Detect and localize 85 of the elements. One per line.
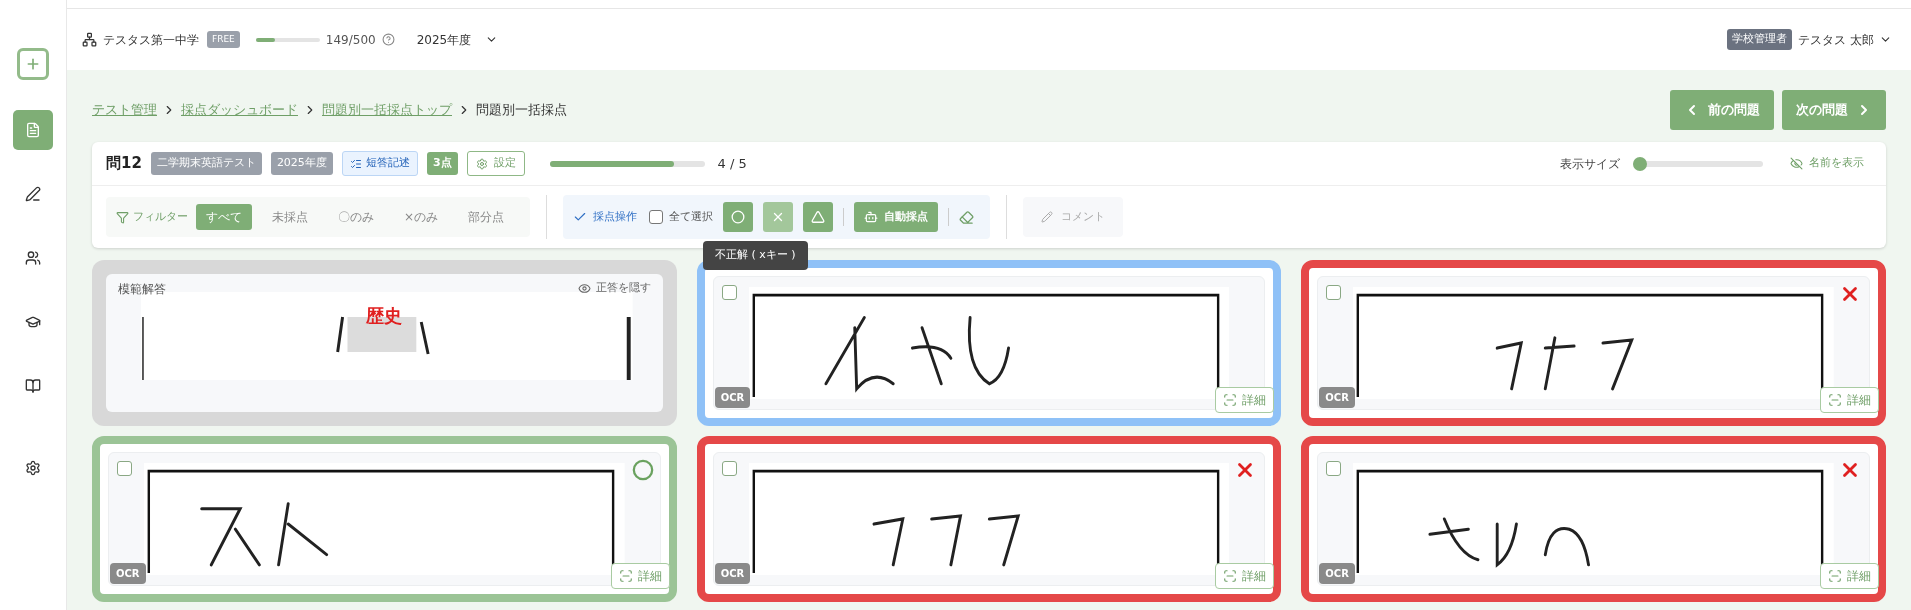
- circle-mark-icon: [631, 459, 654, 481]
- mark-button[interactable]: [723, 202, 754, 232]
- pen-icon: [25, 186, 41, 202]
- scan-icon: [1828, 569, 1842, 583]
- check-icon: [573, 210, 588, 224]
- prev-button[interactable]: 前の問題: [1670, 90, 1774, 130]
- answer-card[interactable]: OCR 詳細: [1301, 260, 1886, 426]
- plan-badge: FREE: [207, 30, 240, 49]
- filter-tab[interactable]: ×のみ: [394, 204, 449, 230]
- ocr-badge: OCR: [1319, 563, 1355, 584]
- select-all-checkbox[interactable]: 全て選択: [649, 208, 714, 226]
- robot-icon: [864, 210, 879, 224]
- tooltip: 不正解 ( xキー ): [703, 241, 808, 270]
- answer-card[interactable]: OCR 詳細: [696, 260, 1282, 426]
- quota-reading: 149/500: [325, 31, 376, 49]
- circle-icon: [731, 210, 746, 224]
- triangle-icon: [811, 210, 826, 224]
- progress-reading: 4 / 5: [717, 154, 747, 173]
- school-name: テスタス第一中学: [103, 31, 199, 49]
- next-button[interactable]: 次の問題: [1782, 90, 1886, 130]
- filter-label: フィルター: [133, 208, 188, 225]
- school-icon: [82, 32, 97, 47]
- hide-answer-button[interactable]: 正答を隠す: [577, 280, 651, 297]
- display-size-label: 表示サイズ: [1560, 155, 1620, 173]
- auto-grade-button[interactable]: 自動採点: [854, 202, 939, 232]
- tag: 2025年度: [270, 152, 333, 175]
- model-answer-label: 模範解答: [118, 281, 166, 298]
- breadcrumb-link[interactable]: 採点ダッシュボード: [181, 100, 298, 120]
- answer-card[interactable]: OCR 詳細: [696, 436, 1282, 602]
- ocr-badge: OCR: [714, 387, 751, 408]
- settings-icon: [475, 157, 488, 170]
- show-names-button[interactable]: 名前を表示: [1790, 155, 1864, 172]
- answer-card[interactable]: OCR 詳細: [92, 436, 677, 602]
- breadcrumb-current: 問題別一括採点: [476, 101, 567, 120]
- settings-button[interactable]: 設定: [466, 151, 525, 176]
- ocr-badge: OCR: [1319, 387, 1355, 408]
- book-icon: [25, 378, 41, 394]
- filter-tab[interactable]: 未採点: [262, 204, 318, 230]
- role-badge: 学校管理者: [1727, 29, 1793, 50]
- mark-button[interactable]: [763, 202, 794, 232]
- question-title: 問12: [106, 153, 142, 175]
- add-button[interactable]: [17, 48, 49, 80]
- graduate-icon: [25, 314, 41, 330]
- grading-label: 採点操作: [593, 208, 638, 225]
- filter-tab[interactable]: 部分点: [458, 204, 515, 230]
- eraser-icon[interactable]: [959, 209, 975, 225]
- detail-button[interactable]: 詳細: [610, 563, 670, 589]
- filter-tab[interactable]: すべて: [196, 204, 252, 230]
- model-answer-text: 歴史: [366, 304, 403, 328]
- scan-icon: [1223, 569, 1238, 583]
- detail-button[interactable]: 詳細: [1820, 387, 1879, 413]
- answer-card[interactable]: OCR 詳細: [1301, 436, 1886, 602]
- checkbox[interactable]: [117, 461, 132, 476]
- help-icon[interactable]: [381, 33, 395, 46]
- tag: 二学期末英語テスト: [150, 152, 262, 175]
- checkbox[interactable]: [721, 285, 737, 300]
- plus-icon: [25, 56, 41, 72]
- settings-icon: [25, 460, 41, 476]
- breadcrumb-link[interactable]: 問題別一括採点トップ: [322, 100, 452, 120]
- type-badge: 短答記述: [341, 151, 418, 176]
- scan-icon: [1223, 393, 1238, 407]
- mark-button[interactable]: [803, 202, 834, 232]
- pencil-icon: [1041, 211, 1054, 223]
- eye-off-icon: [1790, 157, 1803, 170]
- ocr-badge: OCR: [714, 563, 751, 584]
- scan-icon: [618, 569, 633, 583]
- checkbox[interactable]: [1326, 461, 1342, 476]
- scan-icon: [1828, 393, 1842, 407]
- slider-thumb[interactable]: [1633, 156, 1647, 171]
- detail-button[interactable]: 詳細: [1215, 387, 1275, 413]
- filter-icon: [116, 210, 129, 224]
- detail-button[interactable]: 詳細: [1215, 563, 1275, 589]
- checkbox[interactable]: [1326, 285, 1342, 300]
- ocr-badge: OCR: [110, 563, 146, 584]
- eye-icon: [577, 281, 591, 295]
- filter-tab[interactable]: 〇のみ: [328, 204, 384, 230]
- user-menu[interactable]: テスタス 太郎: [1798, 30, 1892, 49]
- people-icon: [25, 250, 41, 266]
- breadcrumb-link[interactable]: テスト管理: [92, 100, 157, 120]
- year-dropdown[interactable]: 2025年度: [416, 30, 499, 49]
- checkbox[interactable]: [721, 461, 737, 476]
- points-badge: 3点: [426, 152, 458, 175]
- document-icon: [25, 122, 41, 138]
- detail-button[interactable]: 詳細: [1820, 563, 1879, 589]
- list-icon: [349, 157, 362, 170]
